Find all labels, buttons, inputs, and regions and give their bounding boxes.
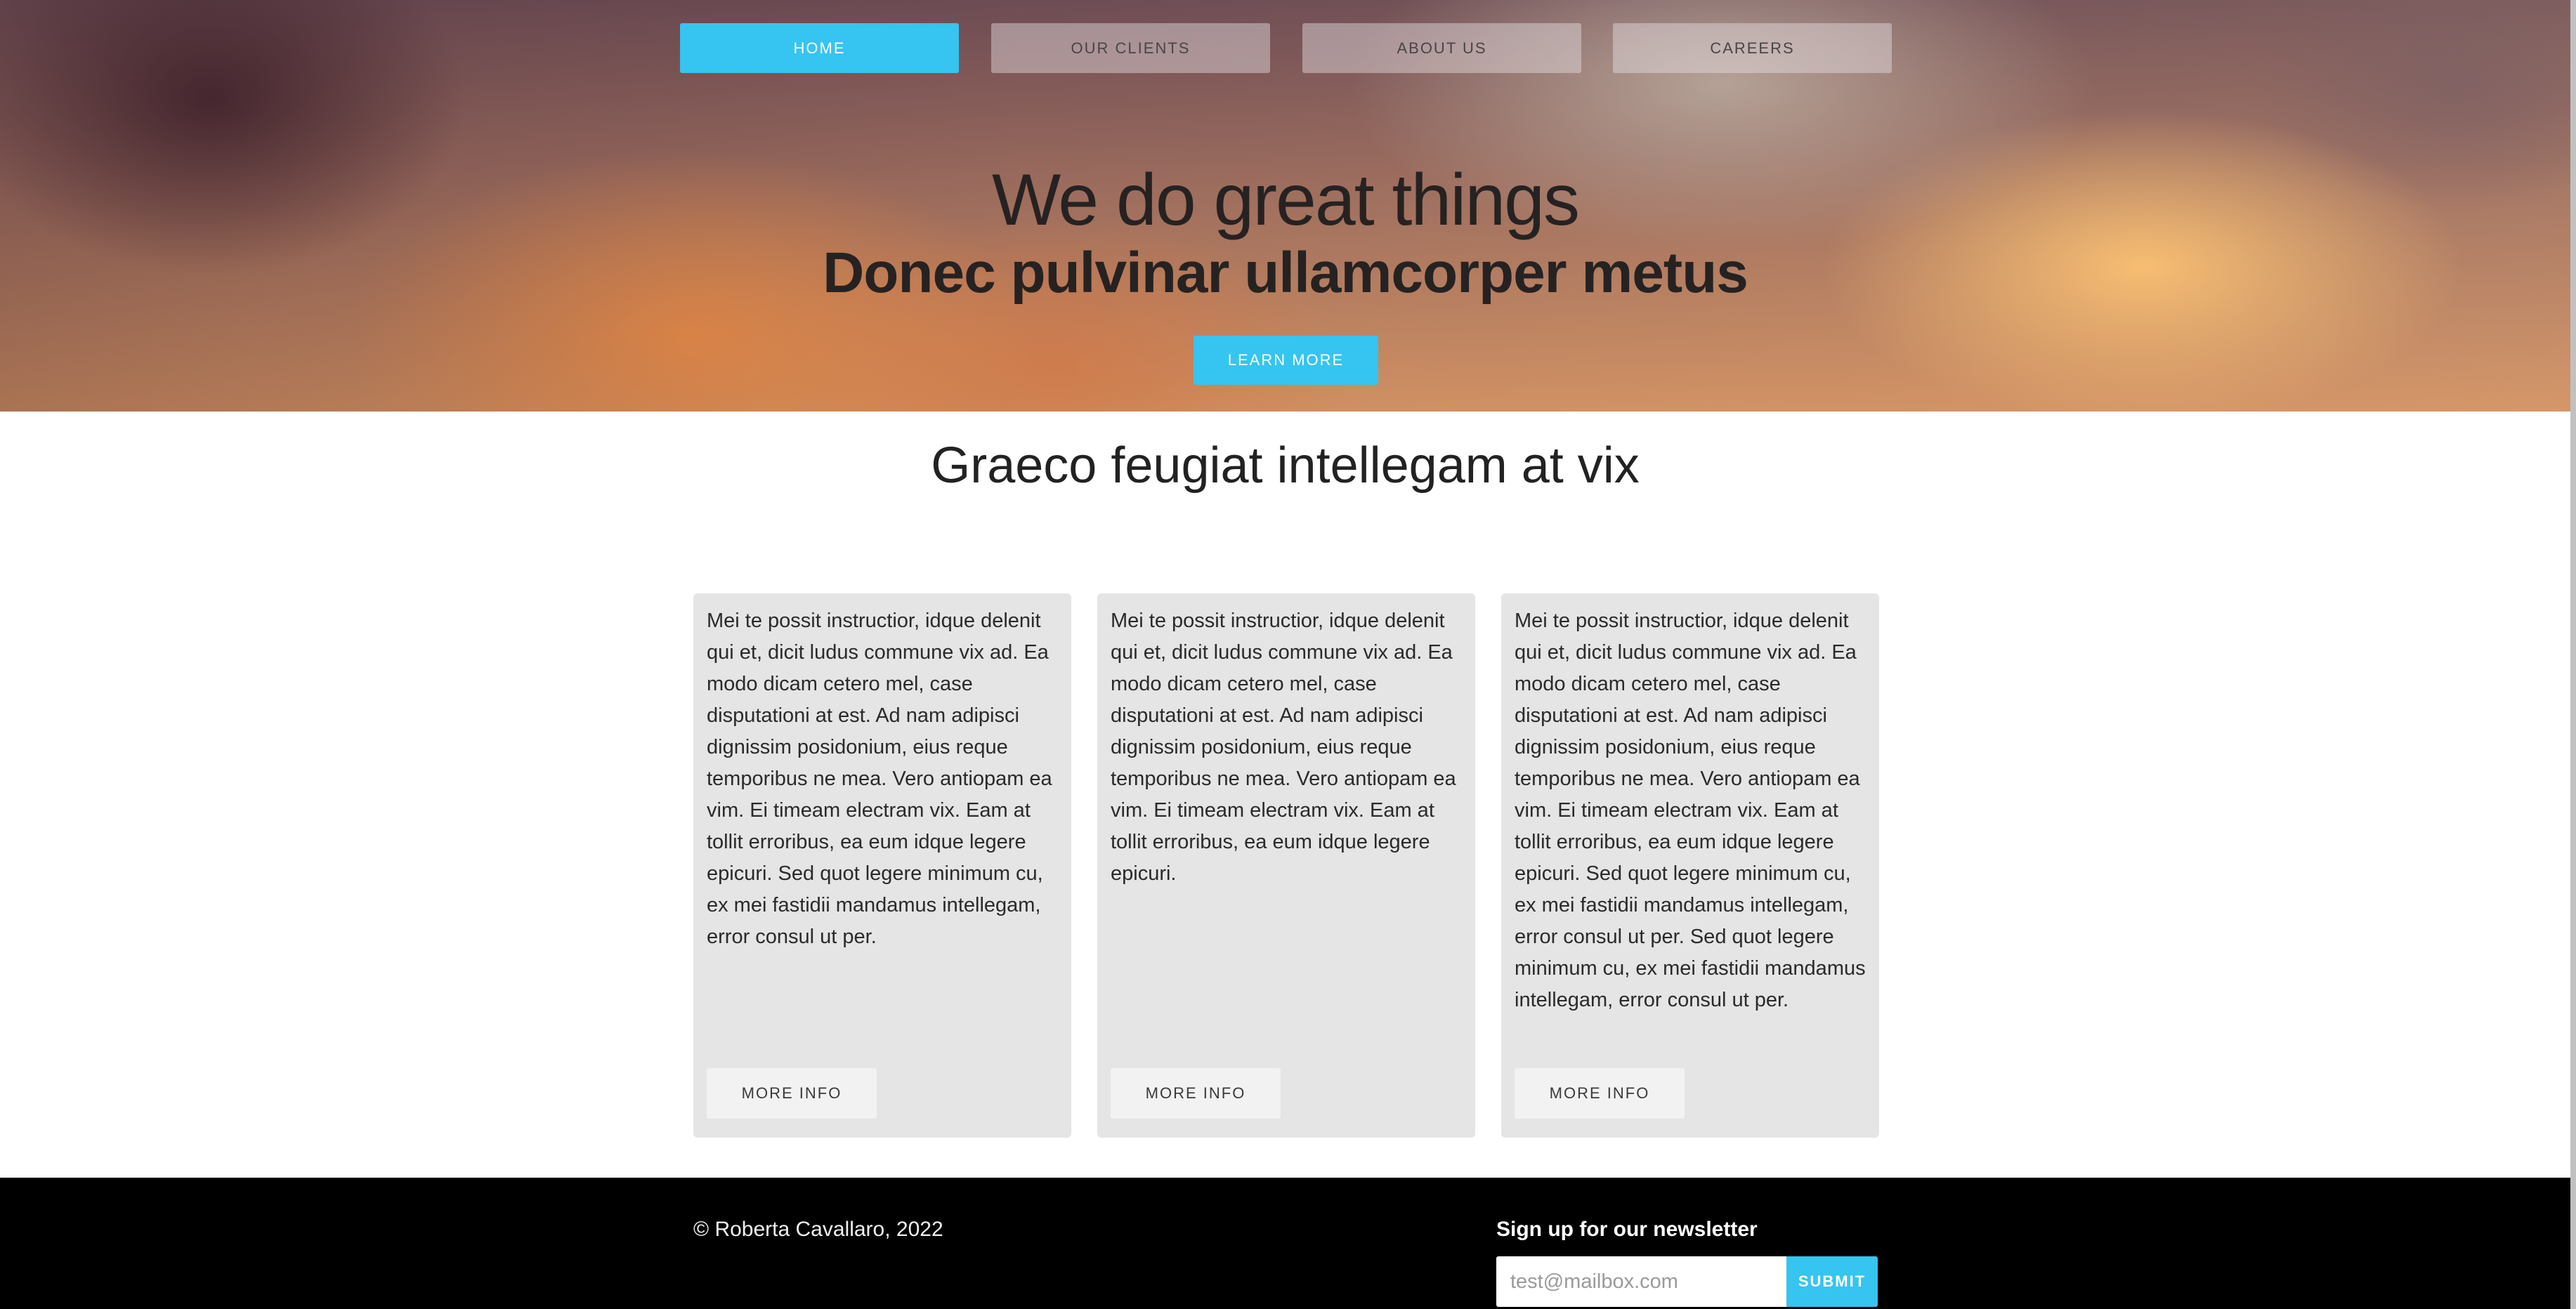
- newsletter-submit-button[interactable]: SUBMIT: [1786, 1256, 1878, 1307]
- nav-careers[interactable]: CAREERS: [1613, 23, 1892, 73]
- footer: © Roberta Cavallaro, 2022 Sign up for ou…: [0, 1178, 2570, 1309]
- more-info-button-2[interactable]: MORE INFO: [1111, 1068, 1281, 1119]
- more-info-button-1[interactable]: MORE INFO: [707, 1068, 877, 1119]
- card-text: Mei te possit instructior, idque delenit…: [1111, 610, 1456, 885]
- newsletter-email-input[interactable]: [1496, 1256, 1786, 1307]
- hero-subtitle: Donec pulvinar ullamcorper metus: [823, 241, 1748, 305]
- card-text: Mei te possit instructior, idque delenit…: [707, 610, 1052, 948]
- info-card-2: Mei te possit instructior, idque delenit…: [1097, 593, 1475, 1138]
- nav-our-clients[interactable]: OUR CLIENTS: [991, 23, 1270, 73]
- nav-home[interactable]: HOME: [680, 23, 959, 73]
- more-info-button-3[interactable]: MORE INFO: [1515, 1068, 1685, 1119]
- section-title: Graeco feugiat intellegam at vix: [931, 438, 1640, 494]
- info-card-1: Mei te possit instructior, idque delenit…: [693, 593, 1071, 1138]
- learn-more-button[interactable]: LEARN MORE: [1194, 336, 1378, 385]
- hero-title: We do great things: [991, 159, 1580, 241]
- newsletter-heading: Sign up for our newsletter: [1496, 1218, 1758, 1241]
- copyright-text: © Roberta Cavallaro, 2022: [693, 1218, 943, 1241]
- hero-banner: HOME OUR CLIENTS ABOUT US CAREERS We do …: [0, 0, 2570, 412]
- scrollbar[interactable]: [2570, 0, 2576, 1309]
- info-card-3: Mei te possit instructior, idque delenit…: [1501, 593, 1879, 1138]
- page: HOME OUR CLIENTS ABOUT US CAREERS We do …: [0, 0, 2576, 1309]
- nav-about-us[interactable]: ABOUT US: [1302, 23, 1581, 73]
- scrollbar-thumb[interactable]: [2570, 0, 2576, 1309]
- card-text: Mei te possit instructior, idque delenit…: [1515, 610, 1866, 1011]
